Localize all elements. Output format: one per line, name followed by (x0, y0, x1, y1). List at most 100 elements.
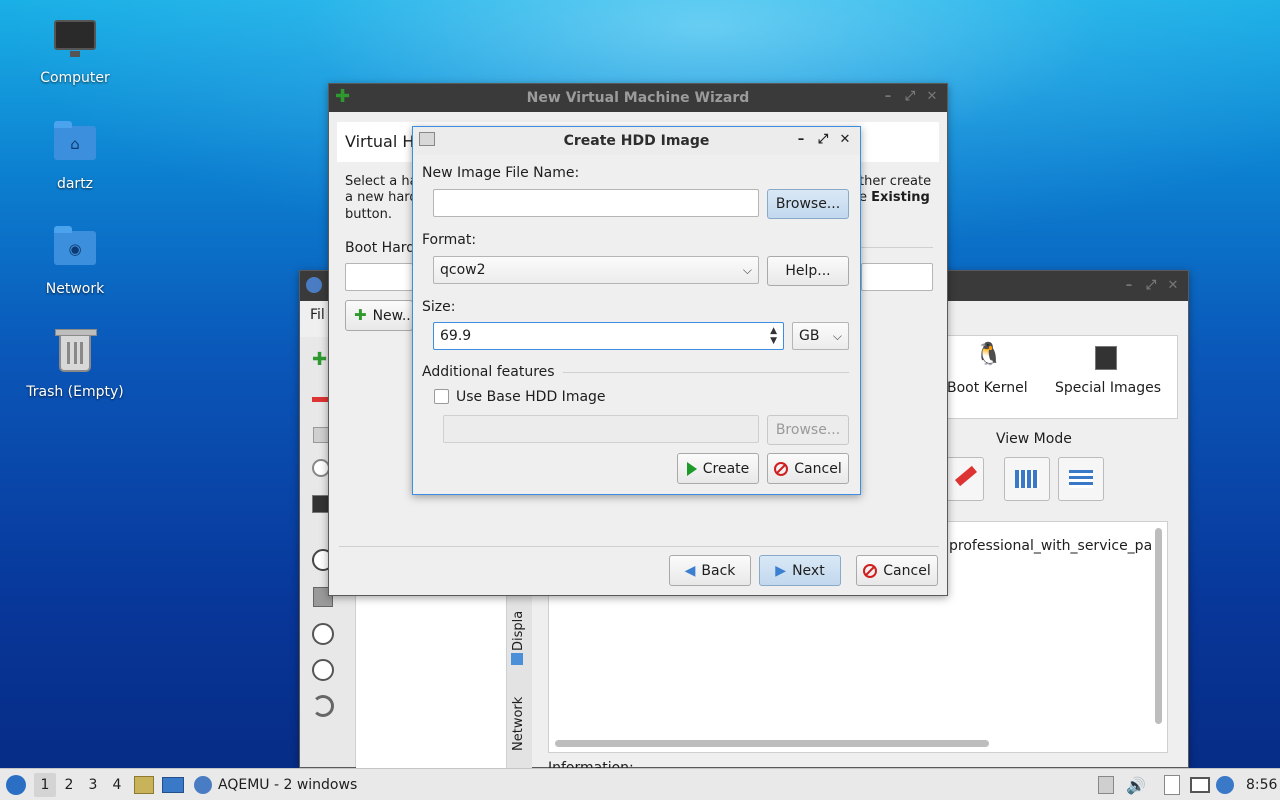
workspace-1[interactable]: 1 (34, 773, 56, 797)
network-folder-icon: ◉ (53, 226, 97, 275)
maximize-icon[interactable]: ⤢ (1142, 277, 1160, 295)
hdd-icon[interactable] (313, 427, 329, 443)
size-spinbox[interactable]: 69.9 ▲ ▼ (433, 322, 784, 350)
wizard-desc-line: button. (345, 207, 393, 222)
boot-hdd-field[interactable] (345, 263, 413, 291)
create-label: Create (702, 460, 750, 477)
minimize-icon[interactable]: – (879, 88, 897, 106)
maximize-icon[interactable]: ⤢ (901, 88, 919, 106)
base-browse-button[interactable]: Browse... (767, 415, 849, 445)
vm-name-text: professional_with_service_pa (949, 538, 1153, 554)
minimize-icon[interactable]: – (792, 131, 810, 149)
boot-kernel-label[interactable]: Boot Kernel (947, 380, 1028, 396)
tray-clipboard[interactable] (1164, 769, 1180, 800)
workspace-3[interactable]: 3 (82, 769, 104, 800)
cancel-label: Cancel (794, 460, 842, 477)
create-button[interactable]: Create (677, 453, 759, 484)
tray-network[interactable] (1190, 769, 1210, 800)
tab-network[interactable]: Network (511, 697, 526, 751)
size-label: Size: (422, 299, 456, 315)
tray-eject[interactable] (1098, 769, 1114, 800)
additional-features-label: Additional features (422, 364, 555, 380)
wizard-cancel-button[interactable]: Cancel (856, 555, 938, 586)
cancel-label: Cancel (883, 562, 931, 579)
chip-icon (1095, 346, 1117, 370)
remove-vm-icon[interactable] (312, 397, 328, 402)
desktop-icon-label: Computer (40, 70, 110, 86)
browse-button[interactable]: Browse... (767, 189, 849, 219)
format-select[interactable]: qcow2 ⌵ (433, 256, 759, 284)
add-vm-icon[interactable]: ✚ (312, 351, 327, 369)
horizontal-scrollbar[interactable] (555, 740, 989, 747)
next-button[interactable]: ▶ Next (759, 555, 841, 586)
icon-view-icon[interactable] (1004, 457, 1050, 501)
spin-arrows[interactable]: ▲ ▼ (770, 326, 777, 346)
boot-hdd-field-right[interactable] (861, 263, 933, 291)
plus-icon: ✚ (354, 306, 367, 324)
hdd-cancel-button[interactable]: Cancel (767, 453, 849, 484)
use-base-hdd-checkbox[interactable] (434, 389, 449, 404)
vertical-scrollbar[interactable] (1155, 528, 1162, 724)
pause-vm-icon[interactable] (312, 623, 334, 645)
reset-vm-icon[interactable] (312, 695, 334, 717)
base-hdd-path-input[interactable] (443, 415, 759, 443)
existing-keyword: Existing (871, 190, 930, 205)
close-icon[interactable]: ✕ (836, 131, 854, 149)
use-base-hdd-label[interactable]: Use Base HDD Image (456, 389, 606, 405)
stop-vm-icon[interactable] (312, 659, 334, 681)
trash-icon (53, 329, 97, 378)
menu-file[interactable]: Fil (310, 307, 325, 323)
special-images-label[interactable]: Special Images (1055, 380, 1161, 396)
list-view-icon[interactable] (1058, 457, 1104, 501)
help-button[interactable]: Help... (767, 256, 849, 286)
workspace-label: 4 (112, 777, 122, 793)
back-label: Back (701, 562, 736, 579)
tray-volume[interactable]: 🔊 (1126, 769, 1146, 800)
maximize-icon[interactable]: ⤢ (814, 131, 832, 149)
eject-icon (1098, 776, 1114, 794)
desktop-icon-computer[interactable]: Computer (15, 14, 135, 86)
spin-down-icon[interactable]: ▼ (770, 336, 777, 346)
hdd-dialog-titlebar[interactable]: Create HDD Image – ⤢ ✕ (413, 127, 860, 155)
close-icon[interactable]: ✕ (923, 88, 941, 106)
spin-up-icon[interactable]: ▲ (770, 326, 777, 336)
desktop-icon-network[interactable]: ◉ Network (15, 225, 135, 297)
format-value: qcow2 (440, 262, 486, 278)
side-tabs: Displa Network (506, 591, 532, 769)
workspace-label: 2 (64, 777, 74, 793)
quicklaunch-desktop[interactable] (162, 769, 184, 800)
size-unit-select[interactable]: GB ⌵ (792, 322, 849, 350)
tray-notification[interactable] (1216, 769, 1234, 800)
clock[interactable]: 8:56 (1246, 769, 1277, 800)
network-monitor-icon (1190, 777, 1210, 793)
file-name-input[interactable] (433, 189, 759, 217)
notification-icon (1216, 776, 1234, 794)
close-icon[interactable]: ✕ (1164, 277, 1182, 295)
aqemu-task-icon (194, 776, 212, 794)
wizard-titlebar[interactable]: ✚ New Virtual Machine Wizard – ⤢ ✕ (329, 84, 947, 112)
new-hdd-button[interactable]: ✚ New... (345, 300, 415, 331)
aqemu-app-icon (306, 277, 322, 293)
desktop-icon-label: Trash (Empty) (26, 384, 124, 400)
tab-display[interactable]: Displa (511, 611, 526, 651)
taskbar: 1 2 3 4 AQEMU - 2 windows 🔊 8:56 (0, 768, 1280, 800)
show-desktop-icon (162, 777, 184, 793)
desktop-icon-trash[interactable]: Trash (Empty) (15, 329, 135, 400)
back-button[interactable]: ◀ Back (669, 555, 751, 586)
workspace-4[interactable]: 4 (106, 769, 128, 800)
start-menu-button[interactable] (6, 769, 26, 800)
taskbar-task-aqemu[interactable]: AQEMU - 2 windows (194, 769, 357, 800)
lxqt-logo-icon (6, 775, 26, 795)
separator (861, 247, 933, 248)
quicklaunch-files[interactable] (134, 769, 154, 800)
view-mode-label: View Mode (996, 431, 1072, 447)
workspace-2[interactable]: 2 (58, 769, 80, 800)
desktop-icon-home[interactable]: ⌂ dartz (15, 120, 135, 192)
cancel-icon (863, 563, 878, 578)
size-unit-value: GB (799, 328, 820, 344)
workspace-label: 1 (40, 777, 50, 793)
minimize-icon[interactable]: – (1120, 277, 1138, 295)
create-hdd-dialog: Create HDD Image – ⤢ ✕ New Image File Na… (412, 126, 861, 495)
edit-icon[interactable] (946, 457, 984, 501)
wizard-desc-line: a new hard (345, 190, 418, 205)
